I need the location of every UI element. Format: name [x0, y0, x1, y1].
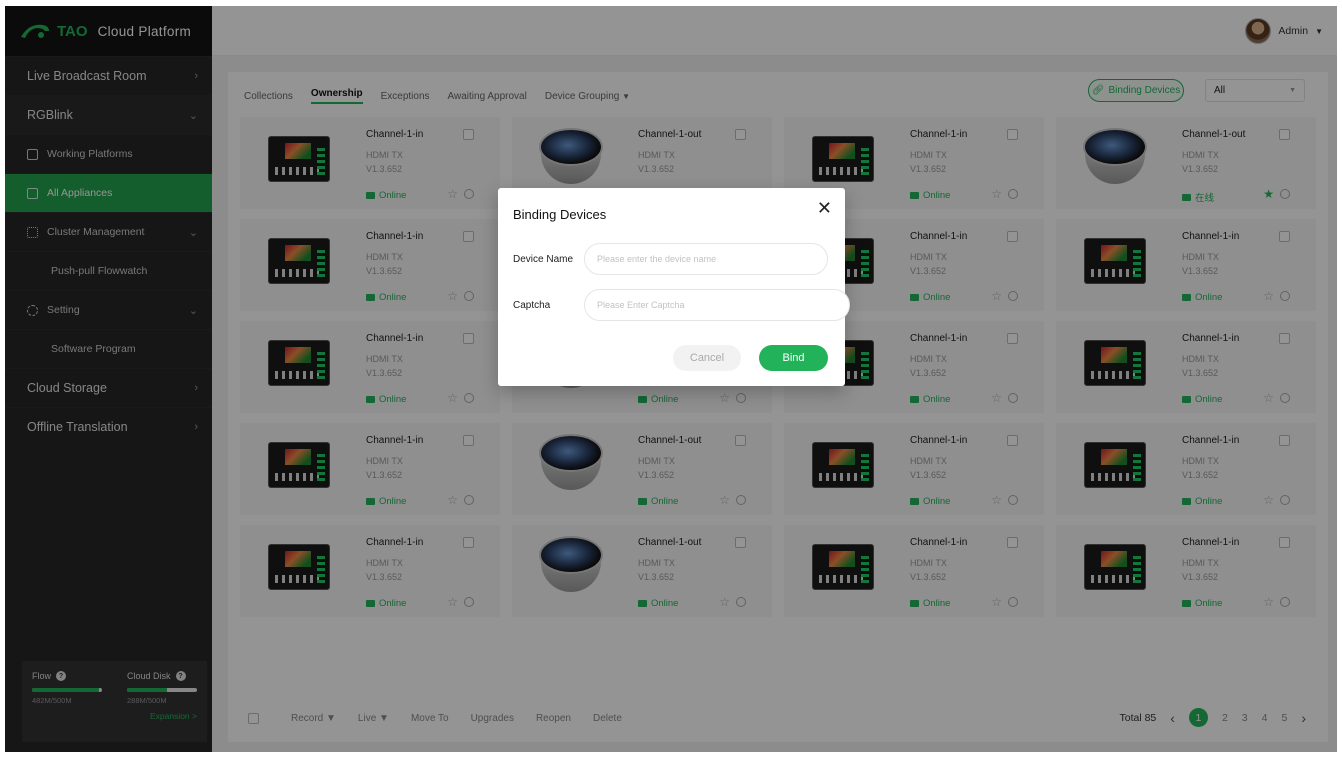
- bind-button[interactable]: Bind: [759, 345, 828, 371]
- device-name-input[interactable]: [584, 243, 828, 275]
- binding-devices-dialog: Binding Devices ✕ Device Name Captcha Ca…: [498, 188, 850, 386]
- dialog-title: Binding Devices: [513, 207, 607, 222]
- cancel-button[interactable]: Cancel: [673, 345, 741, 371]
- captcha-input[interactable]: [584, 289, 850, 321]
- device-name-row: Device Name: [513, 243, 828, 275]
- captcha-label: Captcha: [513, 299, 551, 311]
- captcha-row: Captcha: [513, 289, 850, 321]
- close-icon[interactable]: ✕: [817, 198, 832, 219]
- device-name-label: Device Name: [513, 253, 574, 265]
